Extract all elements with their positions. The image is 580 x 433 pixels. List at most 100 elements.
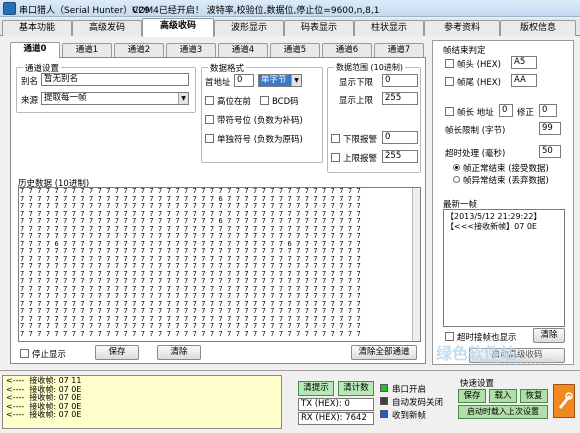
tab-channel-5[interactable]: 通道5 [270, 43, 320, 58]
lower-alarm-checkbox[interactable] [331, 134, 340, 143]
frame-tail-label: 帧尾 (HEX) [457, 78, 501, 88]
new-frame-led-icon [380, 410, 388, 418]
channel-settings-group: 通道设置 别名 暂无别名 来源 提取每一帧 ▼ [16, 62, 196, 113]
display-upper-input[interactable]: 255 [382, 92, 418, 105]
lower-alarm-label: 下限报警 [343, 135, 378, 145]
timeout-input[interactable]: 50 [539, 145, 561, 158]
frame-limit-input[interactable]: 99 [539, 122, 561, 135]
history-rows: 7 7 7 7 7 7 7 7 7 7 7 7 7 7 7 7 7 7 7 7 … [19, 188, 420, 338]
tab-basic[interactable]: 基本功能 [2, 20, 72, 36]
title-bar: 串口猎人（Serial Hunter）V29 COM4已经开启！ 波特率,校验位… [0, 0, 580, 17]
app-icon [3, 2, 16, 15]
data-range-group: 数据范围 (10进制) 显示下限 0 显示上限 255 下限报警 0 上限报警 … [327, 62, 421, 173]
settings-wrench-icon[interactable] [553, 384, 575, 418]
window-status: COM4已经开启！ 波特率,校验位,数据位,停止位=9600,n,8,1 [132, 6, 380, 16]
signed-complement-label: 带符号位 (负数为补码) [217, 116, 303, 126]
frame-settings-panel: 帧结束判定 帧头 (HEX) A5 帧尾 (HEX) AA 帧长 地址 0 修正… [432, 40, 574, 365]
history-data-view[interactable]: 7 7 7 7 7 7 7 7 7 7 7 7 7 7 7 7 7 7 7 7 … [18, 187, 421, 342]
display-lower-label: 显示下限 [339, 78, 374, 88]
tab-channel-1[interactable]: 通道1 [62, 43, 112, 58]
tab-bar-display[interactable]: 柱状显示 [354, 20, 424, 36]
quick-settings-title: 快速设置 [460, 379, 495, 389]
tab-channel-6[interactable]: 通道6 [322, 43, 372, 58]
display-lower-input[interactable]: 0 [382, 74, 418, 87]
tab-advanced-receive[interactable]: 高级收码 [142, 18, 214, 37]
tab-channel-2[interactable]: 通道2 [114, 43, 164, 58]
clear-button[interactable]: 清除 [157, 345, 201, 360]
alias-input[interactable]: 暂无别名 [41, 73, 189, 86]
quick-save-button[interactable]: 保存 [458, 389, 486, 403]
new-frame-label: 收到新帧 [392, 411, 427, 421]
frame-fix-label: 修正 [517, 108, 535, 118]
save-button[interactable]: 保存 [95, 345, 139, 360]
frame-header-checkbox[interactable] [445, 59, 454, 68]
frame-header-input[interactable]: A5 [511, 56, 537, 69]
start-addr-label: 首地址 [205, 78, 231, 88]
radio-frame-abnormal[interactable] [453, 176, 460, 183]
data-range-title: 数据范围 (10进制) [334, 62, 405, 73]
display-upper-label: 显示上限 [339, 96, 374, 106]
history-scrollbar[interactable] [412, 188, 420, 341]
source-select-value: 提取每一帧 [44, 93, 87, 103]
chevron-down-icon: ▼ [178, 93, 188, 104]
latest-frame-line-2: 【<<<接收新帧】07 0E [446, 222, 537, 231]
lower-alarm-input[interactable]: 0 [382, 131, 418, 144]
stop-display-label: 停止显示 [32, 350, 67, 360]
tab-copyright[interactable]: 版权信息 [500, 20, 576, 36]
tab-reference[interactable]: 参考资料 [424, 20, 500, 36]
frame-length-label: 帧长 地址 [457, 108, 494, 118]
clear-tip-button[interactable]: 清提示 [298, 381, 334, 396]
timeout-label: 超时处理 (毫秒) [445, 149, 506, 159]
source-label: 来源 [21, 96, 39, 106]
channel-panel: 通道设置 别名 暂无别名 来源 提取每一帧 ▼ 数据格式 首地址 0 单字节 ▼… [10, 57, 426, 364]
signed-complement-checkbox[interactable] [205, 115, 214, 124]
radio-frame-normal[interactable] [453, 164, 460, 171]
frame-length-checkbox[interactable] [445, 107, 454, 116]
bcd-checkbox[interactable] [260, 96, 269, 105]
frame-end-title: 帧结束判定 [443, 46, 486, 56]
clear-count-button[interactable]: 清计数 [338, 381, 374, 396]
quick-load-button[interactable]: 载入 [489, 389, 517, 403]
upper-alarm-input[interactable]: 255 [382, 150, 418, 163]
main-tab-bar: 基本功能 高级发码 高级收码 波形显示 码表显示 柱状显示 参考资料 版权信息 [0, 18, 580, 37]
frame-tail-checkbox[interactable] [445, 77, 454, 86]
frame-length-addr-input[interactable]: 0 [499, 104, 513, 117]
watermark-url: www.ddooo.com [480, 357, 554, 367]
data-format-title: 数据格式 [208, 62, 247, 74]
port-open-led-icon [380, 384, 388, 392]
tab-channel-7[interactable]: 通道7 [374, 43, 424, 58]
latest-clear-button[interactable]: 清除 [533, 328, 565, 343]
signed-original-checkbox[interactable] [205, 134, 214, 143]
tab-channel-0[interactable]: 通道0 [10, 42, 60, 58]
receive-log[interactable]: <---- 接收帧: 07 11 <---- 接收帧: 07 0E <---- … [2, 375, 282, 429]
history-row: 7 7 7 7 7 7 7 7 7 7 7 7 7 7 7 7 7 7 7 7 … [20, 329, 361, 338]
latest-frame-view[interactable]: 【2013/5/12 21:29:22】 【<<<接收新帧】07 0E [443, 209, 565, 327]
clear-all-channels-button[interactable]: 清除全部通道 [351, 345, 417, 360]
upper-alarm-checkbox[interactable] [331, 153, 340, 162]
log-row: <---- 接收帧: 07 0E [6, 410, 82, 419]
bcd-label: BCD码 [272, 97, 299, 107]
window-title: 串口猎人（Serial Hunter）V29 [19, 6, 150, 16]
data-format-group: 数据格式 首地址 0 单字节 ▼ 高位在前 BCD码 带符号位 (负数为补码) … [201, 62, 323, 163]
start-addr-input[interactable]: 0 [234, 74, 254, 87]
tab-channel-4[interactable]: 通道4 [218, 43, 268, 58]
startup-load-button[interactable]: 启动时载入上次设置 [458, 405, 548, 419]
radio-frame-normal-label: 帧正常结束 (接受数据) [463, 164, 549, 174]
stop-display-checkbox[interactable] [20, 349, 29, 358]
quick-restore-button[interactable]: 恢复 [520, 389, 548, 403]
width-select[interactable]: 单字节 ▼ [258, 74, 302, 87]
tab-meter[interactable]: 码表显示 [284, 20, 354, 36]
width-select-value: 单字节 [261, 75, 287, 85]
high-first-checkbox[interactable] [205, 96, 214, 105]
frame-fix-input[interactable]: 0 [539, 104, 557, 117]
radio-frame-abnormal-label: 帧异常结束 (丢弃数据) [463, 176, 549, 186]
source-select[interactable]: 提取每一帧 ▼ [41, 92, 189, 105]
channel-tab-bar: 通道0 通道1 通道2 通道3 通道4 通道5 通道6 通道7 [10, 42, 426, 58]
auto-send-label: 自动发码关闭 [392, 398, 444, 408]
chevron-down-icon: ▼ [291, 75, 301, 86]
frame-tail-input[interactable]: AA [511, 74, 537, 87]
auto-send-led-icon [380, 397, 388, 405]
tab-channel-3[interactable]: 通道3 [166, 43, 216, 58]
tab-advanced-send[interactable]: 高级发码 [72, 20, 142, 36]
tab-waveform[interactable]: 波形显示 [214, 20, 284, 36]
